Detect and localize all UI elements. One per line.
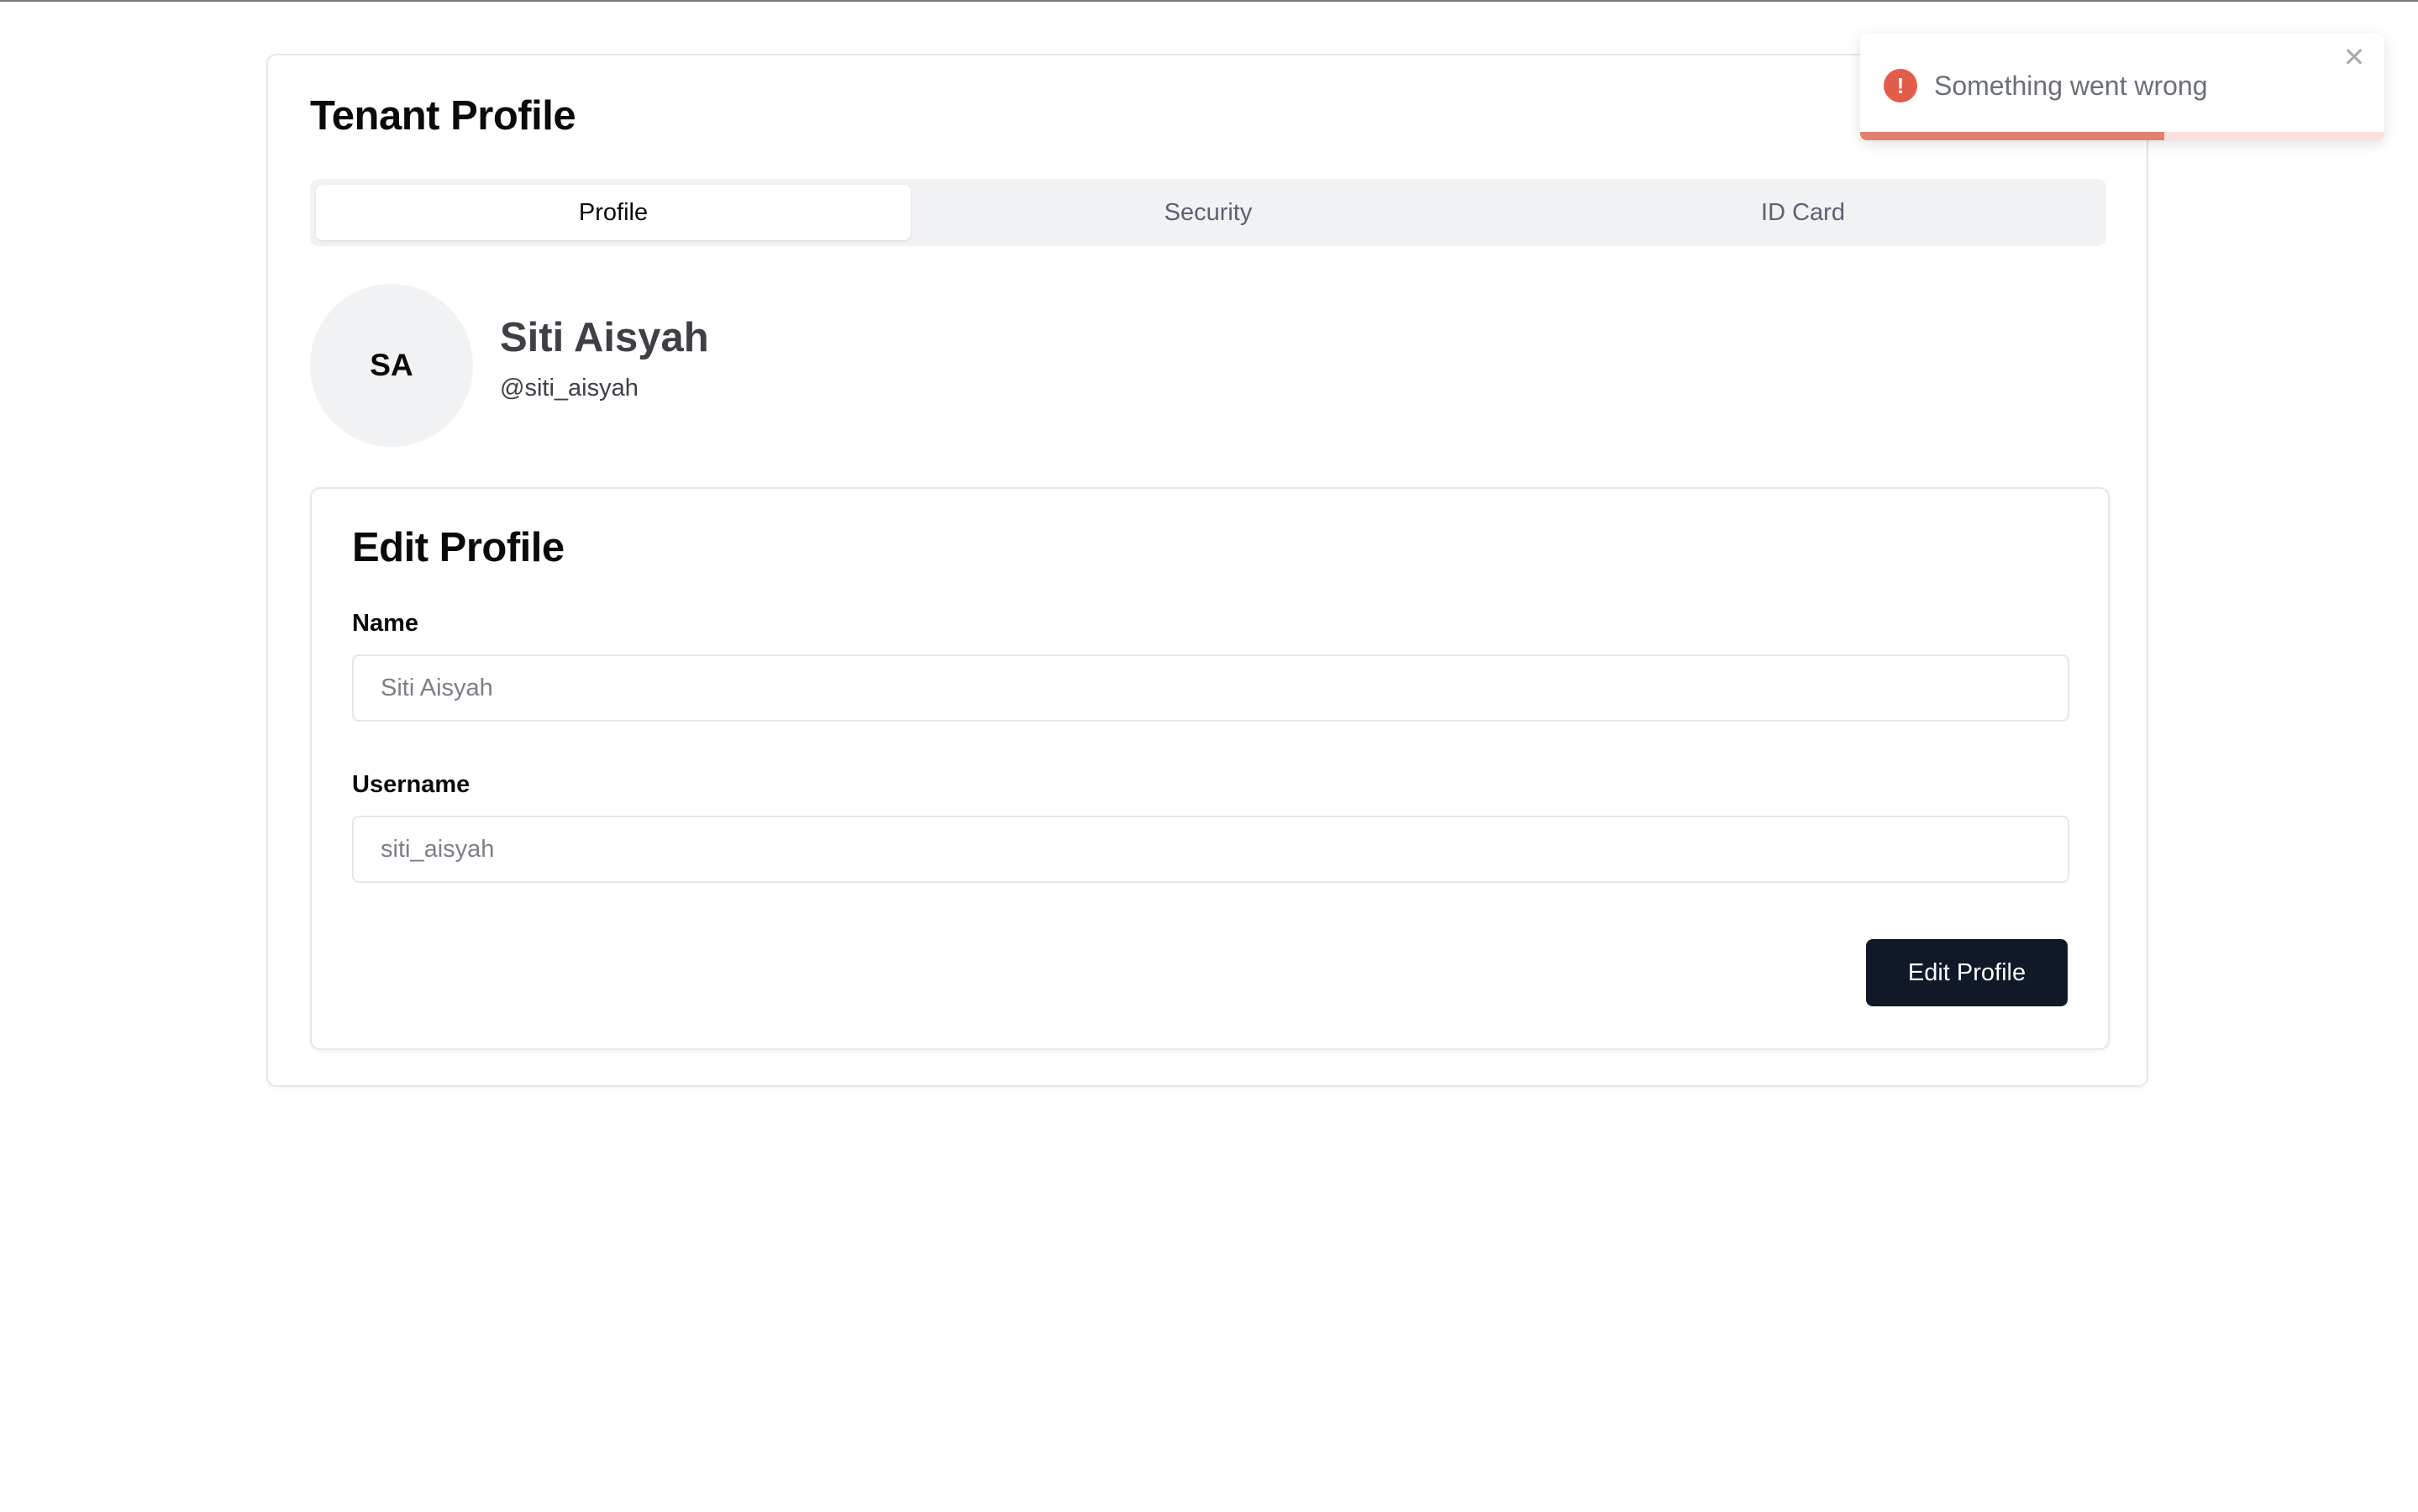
edit-profile-button[interactable]: Edit Profile <box>1866 939 2068 1006</box>
tab-security[interactable]: Security <box>911 185 1506 240</box>
exclamation-circle-icon: ! <box>1884 69 1917 102</box>
toast-message: Something went wrong <box>1934 71 2208 101</box>
toast-progress-fill <box>1860 132 2164 140</box>
page-title: Tenant Profile <box>310 93 576 139</box>
name-label: Name <box>352 610 418 637</box>
profile-identity: Siti Aisyah @siti_aisyah <box>500 313 709 402</box>
edit-profile-title: Edit Profile <box>352 525 565 570</box>
tab-id-card[interactable]: ID Card <box>1506 185 2100 240</box>
username-label: Username <box>352 771 470 798</box>
close-icon[interactable]: ✕ <box>2339 42 2369 72</box>
edit-profile-card: Edit Profile Name Username Edit Profile <box>310 487 2110 1050</box>
profile-header: SA Siti Aisyah @siti_aisyah <box>310 284 709 447</box>
error-toast: ! Something went wrong ✕ <box>1860 34 2384 140</box>
avatar: SA <box>310 284 473 447</box>
toast-progress-track <box>1860 132 2384 140</box>
tenant-profile-card: Tenant Profile Profile Security ID Card … <box>266 54 2148 1087</box>
username-input[interactable] <box>352 816 2069 883</box>
name-input[interactable] <box>352 654 2069 722</box>
profile-tabs: Profile Security ID Card <box>310 179 2106 246</box>
profile-display-name: Siti Aisyah <box>500 315 709 361</box>
window-top-border <box>0 0 2418 2</box>
profile-handle: @siti_aisyah <box>500 374 639 402</box>
tab-profile[interactable]: Profile <box>316 185 911 240</box>
